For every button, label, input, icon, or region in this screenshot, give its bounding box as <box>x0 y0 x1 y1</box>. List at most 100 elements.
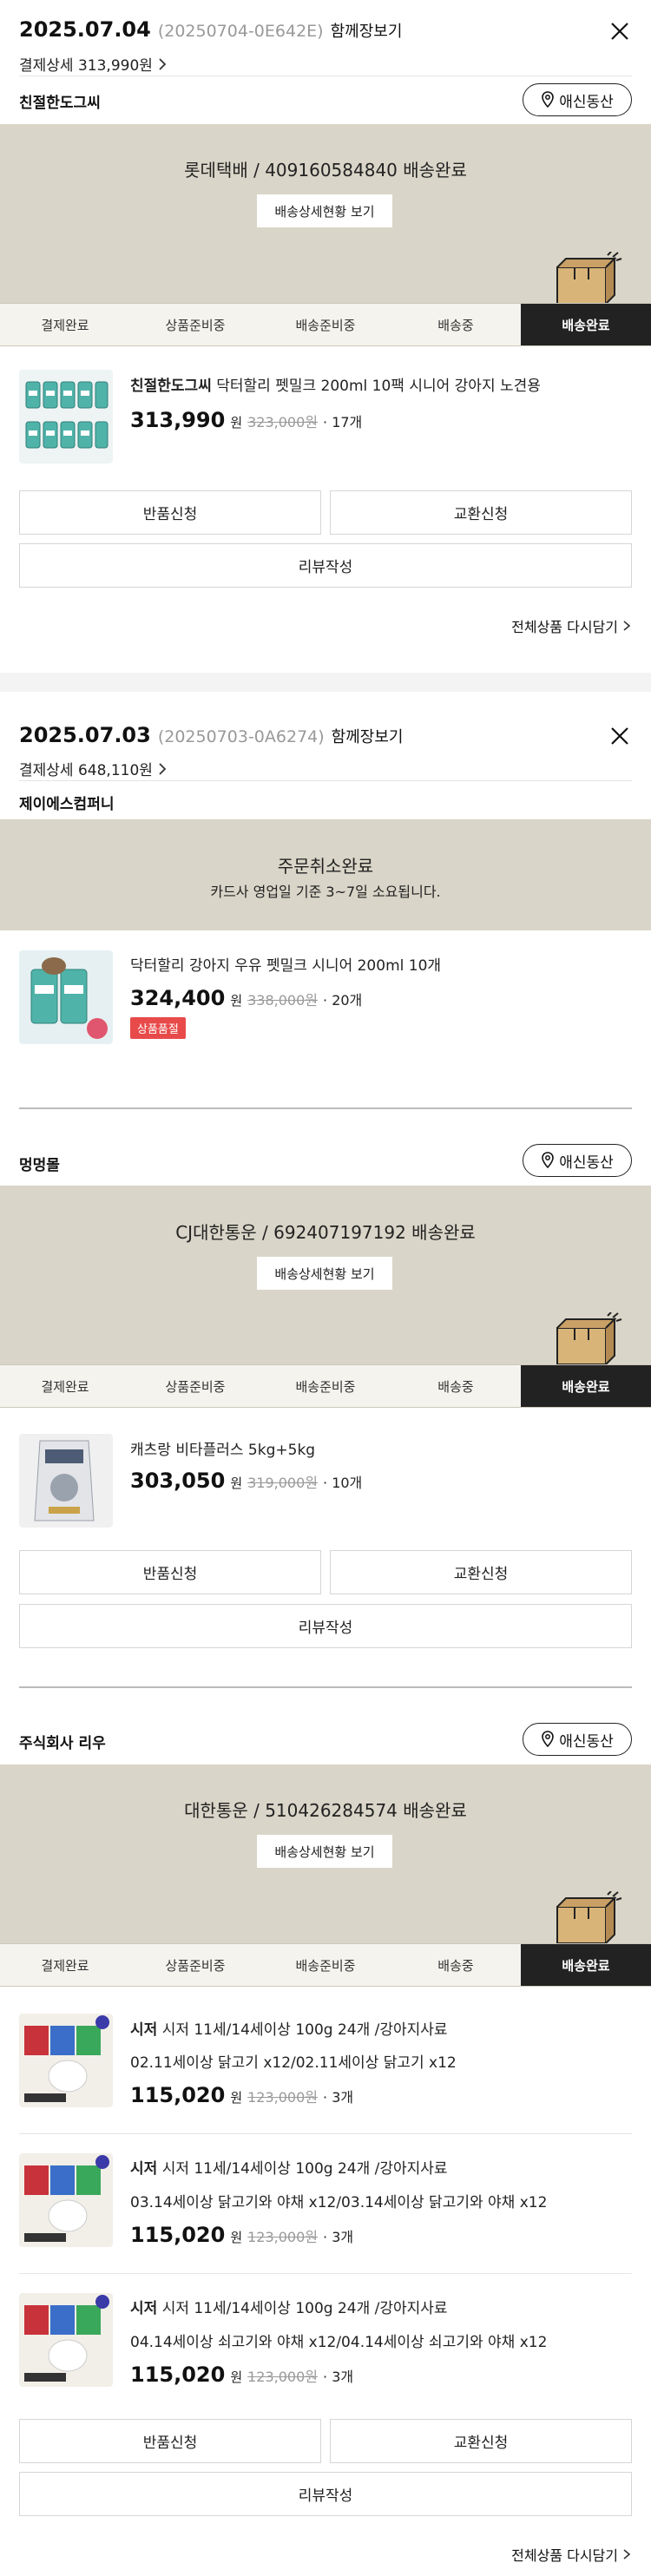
seller-name: 제이에스컴퍼니 <box>19 796 115 813</box>
order-date: 2025.07.03 <box>19 723 151 747</box>
location-button[interactable]: 애신동산 <box>523 1144 632 1177</box>
currency-won: 원 <box>230 2369 243 2385</box>
reorder-all-label: 전체상품 다시담기 <box>511 2547 618 2564</box>
payment-detail-text: 결제상세 648,110원 <box>19 762 153 779</box>
step-payment-complete: 결제완료 <box>41 1957 89 1974</box>
close-icon[interactable] <box>609 726 630 746</box>
original-price: 123,000원 <box>247 2369 319 2385</box>
product-brand: 시저 <box>130 2160 158 2178</box>
product-brand: 친절한도그씨 <box>130 378 212 395</box>
seller-name: 주식회사 리우 <box>19 1735 106 1752</box>
product-price: 115,020 <box>130 2223 226 2247</box>
quantity: · 10개 <box>323 1475 363 1491</box>
quantity: · 20개 <box>323 992 363 1009</box>
view-together-link[interactable]: 함께장보기 <box>331 19 403 42</box>
original-price: 319,000원 <box>247 1475 319 1491</box>
product-price: 324,400 <box>130 986 226 1010</box>
location-pin-icon <box>542 91 555 108</box>
carrier-status: 대한통운 / 510426284574 배송완료 <box>184 1800 467 1821</box>
original-price: 323,000원 <box>247 414 319 430</box>
product-name[interactable]: 시저 시저 11세/14세이상 100g 24개 /강아지사료 <box>130 2156 448 2178</box>
divider <box>19 2133 632 2134</box>
currency-won: 원 <box>230 2230 243 2245</box>
order-number: (20250704-0E642E) <box>157 22 324 41</box>
step-preparing-product: 상품준비중 <box>165 1957 226 1974</box>
payment-detail-link[interactable]: 결제상세 648,110원 <box>19 758 168 779</box>
write-review-button[interactable]: 리뷰작성 <box>19 543 632 588</box>
step-payment-complete: 결제완료 <box>41 317 89 333</box>
original-price: 123,000원 <box>247 2089 319 2106</box>
reorder-all-link[interactable]: 전체상품 다시담기 <box>511 615 632 636</box>
product-name[interactable]: 캐츠랑 비타플러스 5kg+5kg <box>130 1437 315 1459</box>
exchange-request-button[interactable]: 교환신청 <box>330 1550 632 1594</box>
divider <box>19 780 632 781</box>
product-name[interactable]: 닥터할리 강아지 우유 펫밀크 시니어 200ml 10개 <box>130 953 441 975</box>
delivery-box-icon <box>556 1312 622 1364</box>
tracking-detail-button[interactable]: 배송상세현황 보기 <box>257 194 392 227</box>
step-delivered: 배송완료 <box>521 1365 651 1407</box>
return-request-button[interactable]: 반품신청 <box>19 1550 321 1594</box>
tracking-detail-button[interactable]: 배송상세현황 보기 <box>257 1835 392 1868</box>
product-name[interactable]: 시저 시저 11세/14세이상 100g 24개 /강아지사료 <box>130 2296 448 2317</box>
product-brand: 시저 <box>130 2300 158 2317</box>
delivery-steps: 결제완료 상품준비중 배송준비중 배송중 배송완료 <box>0 303 651 346</box>
return-request-button[interactable]: 반품신청 <box>19 490 321 535</box>
return-request-button[interactable]: 반품신청 <box>19 2419 321 2463</box>
step-payment-complete: 결제완료 <box>41 1378 89 1395</box>
order-header: 2025.07.03 (20250703-0A6274) 함께장보기 <box>19 723 403 747</box>
price-row: 324,400 원 338,000원 · 20개 <box>130 986 362 1010</box>
delivery-box-icon <box>556 1891 622 1943</box>
product-price: 115,020 <box>130 2362 226 2387</box>
product-option: 03.14세이상 닭고기와 야채 x12/03.14세이상 닭고기와 야채 x1… <box>130 2194 548 2211</box>
write-review-button[interactable]: 리뷰작성 <box>19 1604 632 1648</box>
product-image[interactable] <box>19 1434 113 1528</box>
location-button[interactable]: 애신동산 <box>523 83 632 116</box>
product-price: 303,050 <box>130 1469 226 1493</box>
close-icon[interactable] <box>609 21 630 42</box>
quantity: · 3개 <box>323 2369 354 2385</box>
order-date: 2025.07.04 <box>19 17 151 42</box>
payment-detail-text: 결제상세 313,990원 <box>19 57 153 75</box>
product-image[interactable] <box>19 2153 113 2247</box>
payment-detail-link[interactable]: 결제상세 313,990원 <box>19 53 168 75</box>
chevron-right-icon <box>623 2549 631 2560</box>
currency-won: 원 <box>230 993 243 1009</box>
cancel-status-note: 카드사 영업일 기준 3~7일 소요됩니다. <box>210 884 441 900</box>
product-name[interactable]: 시저 시저 11세/14세이상 100g 24개 /강아지사료 <box>130 2017 448 2039</box>
chevron-right-icon <box>159 57 167 70</box>
product-image[interactable] <box>19 2293 113 2387</box>
product-option: 04.14세이상 쇠고기와 야채 x12/04.14세이상 쇠고기와 야채 x1… <box>130 2334 548 2351</box>
product-title: 시저 11세/14세이상 100g 24개 /강아지사료 <box>161 2021 448 2039</box>
step-delivered: 배송완료 <box>521 304 651 345</box>
product-image[interactable] <box>19 2014 113 2107</box>
divider <box>19 2273 632 2274</box>
reorder-all-link[interactable]: 전체상품 다시담기 <box>511 2544 632 2565</box>
step-delivered: 배송완료 <box>521 1944 651 1986</box>
location-label: 애신동산 <box>559 1153 614 1172</box>
product-name[interactable]: 친절한도그씨 닥터할리 펫밀크 200ml 10팩 시니어 강아지 노견용 <box>130 373 541 395</box>
exchange-request-button[interactable]: 교환신청 <box>330 490 632 535</box>
soldout-badge: 상품품절 <box>130 1017 186 1039</box>
write-review-button[interactable]: 리뷰작성 <box>19 2472 632 2516</box>
exchange-request-button[interactable]: 교환신청 <box>330 2419 632 2463</box>
divider <box>19 1107 632 1109</box>
view-together-link[interactable]: 함께장보기 <box>332 725 404 747</box>
product-image[interactable] <box>19 950 113 1044</box>
product-brand: 시저 <box>130 2021 158 2039</box>
price-row: 115,020 원 123,000원 · 3개 <box>130 2223 353 2247</box>
product-price: 115,020 <box>130 2083 226 2107</box>
location-button[interactable]: 애신동산 <box>523 1723 632 1756</box>
tracking-detail-button[interactable]: 배송상세현황 보기 <box>257 1257 392 1290</box>
product-price: 313,990 <box>130 408 226 432</box>
product-title: 시저 11세/14세이상 100g 24개 /강아지사료 <box>161 2160 448 2178</box>
quantity: · 3개 <box>323 2229 354 2245</box>
location-label: 애신동산 <box>559 93 614 111</box>
step-preparing-shipment: 배송준비중 <box>295 1957 356 1974</box>
step-in-transit: 배송중 <box>437 317 474 333</box>
currency-won: 원 <box>230 1475 243 1491</box>
section-separator <box>0 673 651 692</box>
product-image[interactable] <box>19 370 113 463</box>
seller-name: 친절한도그씨 <box>19 95 101 112</box>
reorder-all-label: 전체상품 다시담기 <box>511 619 618 635</box>
divider <box>19 1686 632 1688</box>
